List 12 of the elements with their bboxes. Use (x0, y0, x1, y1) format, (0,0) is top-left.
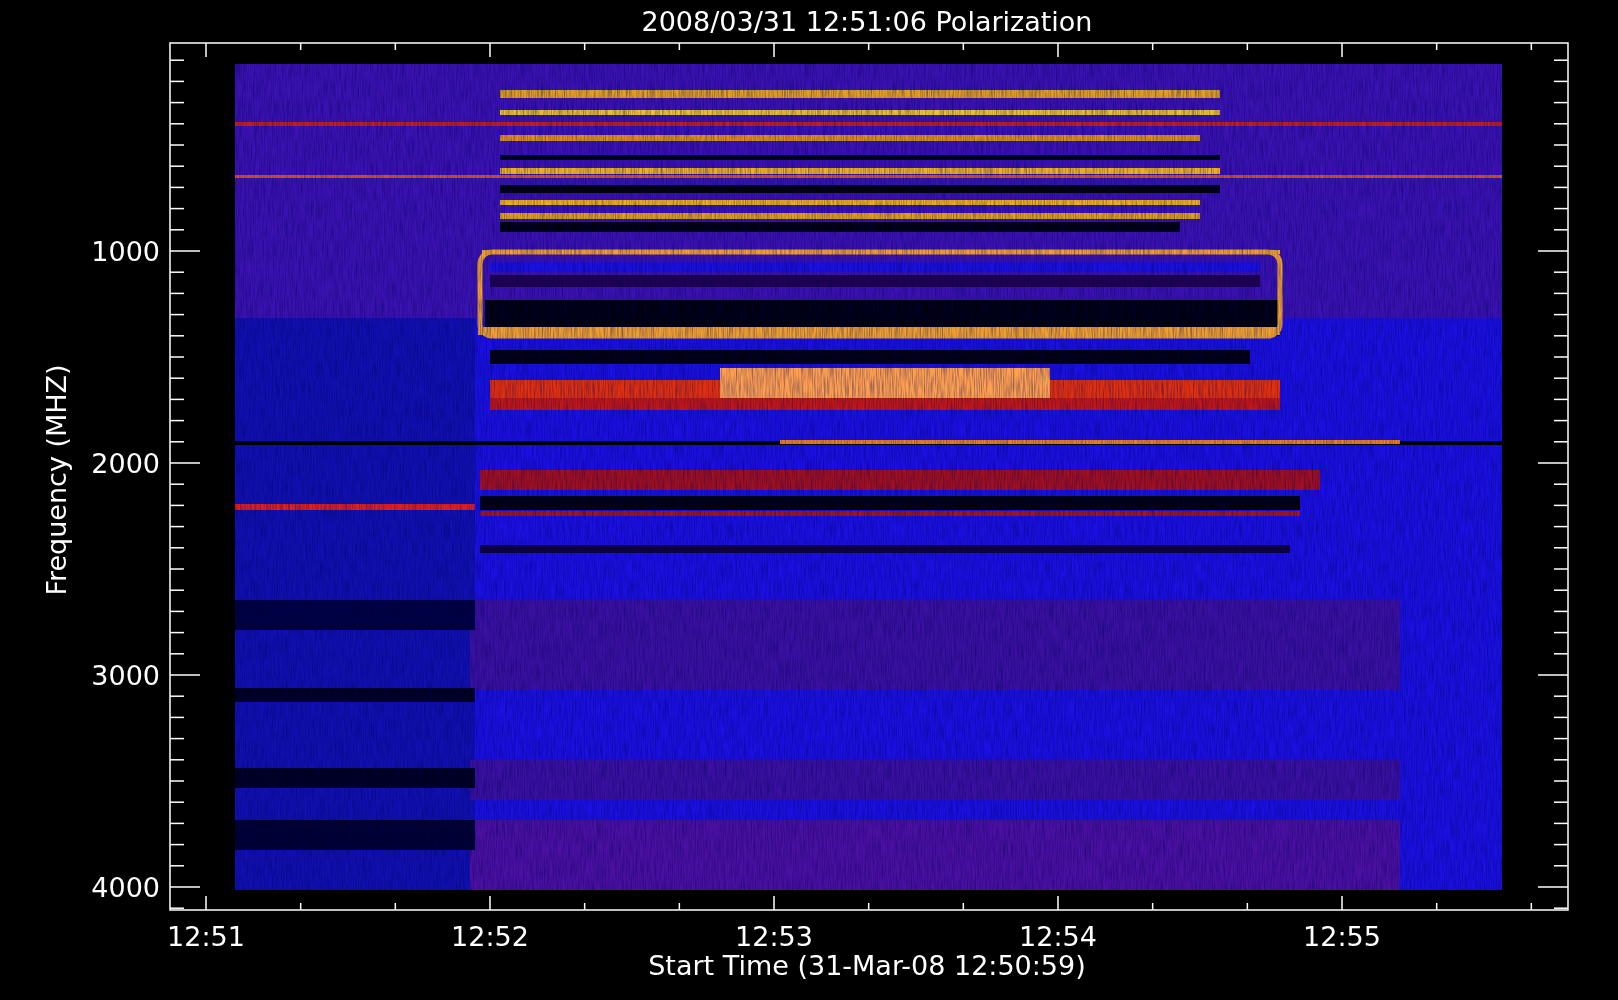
chart-title: 2008/03/31 12:51:06 Polarization (641, 6, 1093, 37)
x-axis-label: Start Time (31-Mar-08 12:50:59) (648, 950, 1086, 981)
x-tick-label: 12:52 (451, 921, 529, 952)
x-tick-label: 12:55 (1303, 921, 1381, 952)
x-tick-label: 12:53 (735, 921, 813, 952)
y-axis-label: Frequency (MHZ) (41, 364, 72, 596)
y-tick-label: 1000 (91, 236, 160, 267)
y-tick-label: 4000 (91, 872, 160, 903)
x-tick-label: 12:51 (167, 921, 245, 952)
y-tick-label: 3000 (91, 660, 160, 691)
y-tick-label: 2000 (91, 448, 160, 479)
x-tick-label: 12:54 (1019, 921, 1097, 952)
